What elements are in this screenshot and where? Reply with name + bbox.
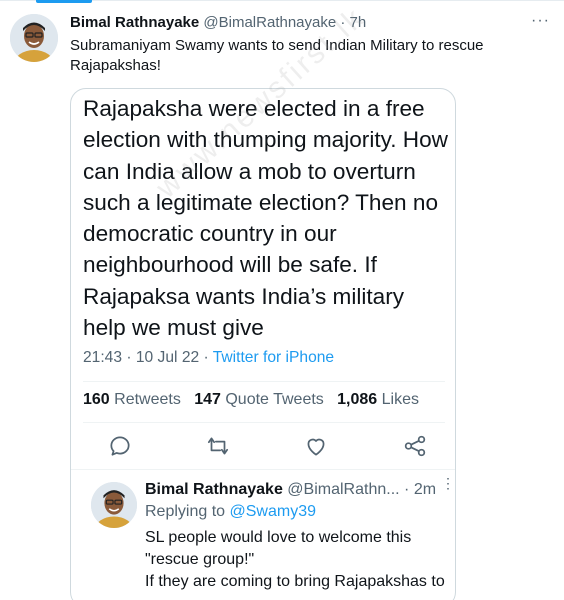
likes-count: 1,086 — [337, 391, 378, 408]
top-accent-bar — [36, 0, 92, 3]
retweets-count: 160 — [83, 391, 110, 408]
tweet-text: Subramaniyam Swamy wants to send Indian … — [70, 37, 484, 74]
reply-author-avatar[interactable] — [91, 482, 137, 528]
reply-text: SL people would love to welcome this "re… — [145, 527, 455, 593]
quotes-label: Quote Tweets — [225, 391, 324, 408]
like-icon[interactable] — [303, 433, 329, 459]
quoted-text: Rajapaksha were elected in a free electi… — [83, 96, 448, 341]
tweet-header: Bimal Rathnayake @BimalRathnayake · 7h — [70, 13, 366, 33]
retweets-label: Retweets — [114, 391, 181, 408]
divider — [71, 469, 455, 470]
reply-author-name[interactable]: Bimal Rathnayake — [145, 481, 283, 498]
replying-label: Replying to — [145, 503, 226, 520]
replying-mention[interactable]: @Swamy39 — [230, 503, 317, 520]
quotes-stat[interactable]: 147 Quote Tweets — [194, 391, 324, 408]
header-separator: · — [340, 14, 346, 31]
reply-text-line: If they are coming to bring Rajapakshas … — [145, 573, 445, 590]
share-icon[interactable] — [402, 433, 428, 459]
divider — [83, 381, 445, 382]
quoted-meta-separator: · — [199, 349, 213, 366]
quoted-source[interactable]: Twitter for iPhone — [213, 349, 334, 366]
quotes-count: 147 — [194, 391, 221, 408]
quoted-timestamp[interactable]: 21:43 · 10 Jul 22 — [83, 349, 199, 366]
reply-time[interactable]: 2m — [414, 481, 436, 498]
author-handle[interactable]: @BimalRathnayake — [203, 14, 336, 31]
reply-text-line: SL people would love to welcome this "re… — [145, 529, 412, 568]
reply-header: Bimal Rathnayake @BimalRathn... · 2m — [145, 479, 436, 500]
likes-stat[interactable]: 1,086 Likes — [337, 391, 419, 408]
action-bar — [71, 433, 455, 463]
engagement-stats: 160 Retweets 147 Quote Tweets 1,086 Like… — [83, 391, 419, 409]
author-name[interactable]: Bimal Rathnayake — [70, 14, 199, 31]
ellipsis-icon[interactable]: ··· — [531, 12, 550, 30]
reply-header-separator: · — [404, 481, 410, 498]
author-avatar[interactable] — [10, 14, 58, 62]
retweet-icon[interactable] — [205, 433, 231, 459]
tweet-time[interactable]: 7h — [350, 14, 367, 31]
quoted-meta: 21:43 · 10 Jul 22 · Twitter for iPhone — [83, 349, 334, 367]
retweets-stat[interactable]: 160 Retweets — [83, 391, 181, 408]
divider — [83, 422, 445, 423]
likes-label: Likes — [381, 391, 419, 408]
quoted-tweet-card[interactable]: Rajapaksha were elected in a free electi… — [70, 88, 456, 600]
replying-to-line: Replying to @Swamy39 — [145, 503, 316, 521]
reply-icon[interactable] — [107, 433, 133, 459]
reply-author-handle[interactable]: @BimalRathn... — [287, 481, 399, 498]
vertical-ellipsis-icon[interactable]: ⋮ — [441, 476, 455, 490]
